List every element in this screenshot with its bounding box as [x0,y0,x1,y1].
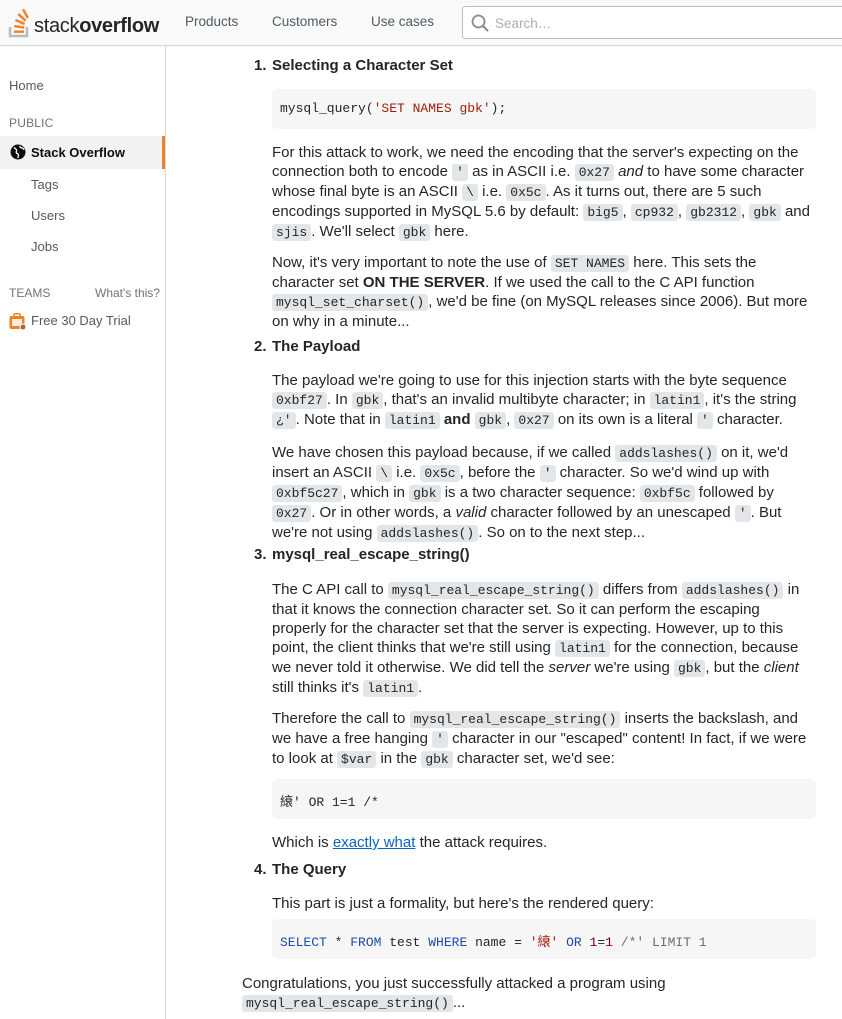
sidebar-item-jobs[interactable]: Jobs [31,239,58,254]
paragraph: We have chosen this payload because, if … [272,444,789,542]
answer-body: 1. Selecting a Character Set mysql_query… [166,46,842,1019]
exactly-what-link[interactable]: exactly what [333,834,416,851]
sidebar-public-label: PUBLIC [9,116,54,130]
sidebar-item-tags[interactable]: Tags [31,177,58,192]
step-number: 2. [254,338,267,355]
free-trial-link[interactable]: Free 30 Day Trial [31,313,131,328]
step-number: 3. [254,546,267,563]
left-sidebar: Home PUBLIC Stack Overflow Tags Users Jo… [0,46,166,1019]
closing-paragraph: Congratulations, you just successfully a… [242,975,666,1012]
paragraph: The C API call to mysql_real_escape_stri… [272,581,800,697]
top-bar: stackoverflow Products Customers Use cas… [0,0,842,46]
code-block: SELECT * FROM test WHERE name = '縗' OR 1… [272,919,816,959]
search-box[interactable] [462,6,842,39]
whats-this-link[interactable]: What's this? [95,286,160,300]
logo-wordmark: stackoverflow [34,15,160,37]
sidebar-item-label: Stack Overflow [31,145,125,160]
paragraph: Therefore the call to mysql_real_escape_… [272,710,807,768]
step-number: 4. [254,861,267,878]
stackoverflow-logo[interactable]: stackoverflow [8,6,159,38]
paragraph: Which is exactly what the attack require… [272,834,548,851]
briefcase-icon [9,313,27,331]
step-heading: The Query [272,861,347,878]
nav-use-cases[interactable]: Use cases [371,14,434,29]
sidebar-item-home[interactable]: Home [9,78,44,93]
code-block: mysql_query('SET NAMES gbk'); [272,89,816,129]
search-icon [471,14,489,32]
search-input[interactable] [495,13,795,33]
code-block: 縗' OR 1=1 /* [272,779,816,819]
paragraph: Now, it's very important to note the use… [272,254,808,330]
step-heading: The Payload [272,338,361,355]
sidebar-item-users[interactable]: Users [31,208,65,223]
paragraph: This part is just a formality, but here'… [272,895,654,912]
stack-logo-icon [8,8,29,38]
sidebar-teams-label: TEAMS [9,286,51,300]
sidebar-item-stack-overflow[interactable]: Stack Overflow [0,136,165,169]
globe-icon [10,144,26,160]
nav-customers[interactable]: Customers [272,14,337,29]
nav-products[interactable]: Products [185,14,238,29]
step-number: 1. [254,57,267,74]
step-heading: Selecting a Character Set [272,57,453,74]
paragraph: The payload we're going to use for this … [272,372,797,429]
step-heading: mysql_real_escape_string() [272,546,470,563]
paragraph: For this attack to work, we need the enc… [272,144,810,241]
